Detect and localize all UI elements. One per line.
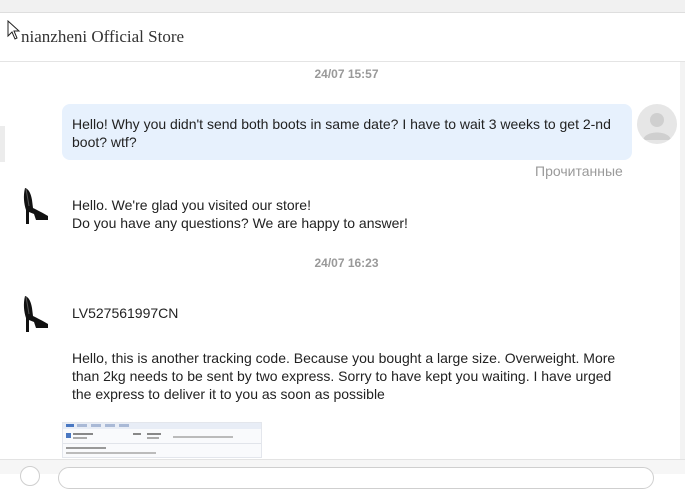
tracking-code-message: LV527561997CN — [72, 305, 179, 321]
high-heel-shoe-icon — [21, 294, 51, 334]
screenshot-attachment-thumbnail[interactable] — [62, 422, 262, 458]
left-panel-edge — [0, 126, 5, 162]
read-status-label: Прочитанные — [535, 163, 623, 179]
message-timestamp: 24/07 16:23 — [314, 256, 379, 270]
incoming-message: Hello, this is another tracking code. Be… — [72, 350, 616, 402]
incoming-message: Hello. We're glad you visited our store!… — [72, 197, 408, 231]
outgoing-message-bubble: Hello! Why you didn't send both boots in… — [62, 104, 632, 160]
message-input[interactable] — [58, 467, 654, 489]
window-top-bar — [0, 0, 685, 13]
message-timestamp: 24/07 15:57 — [314, 67, 379, 81]
mouse-cursor-icon — [7, 20, 21, 40]
high-heel-shoe-icon — [21, 186, 51, 226]
user-avatar-icon — [637, 104, 677, 144]
chat-store-title: nianzheni Official Store — [21, 27, 185, 46]
emoji-button[interactable] — [20, 466, 40, 486]
header-divider — [0, 61, 685, 62]
